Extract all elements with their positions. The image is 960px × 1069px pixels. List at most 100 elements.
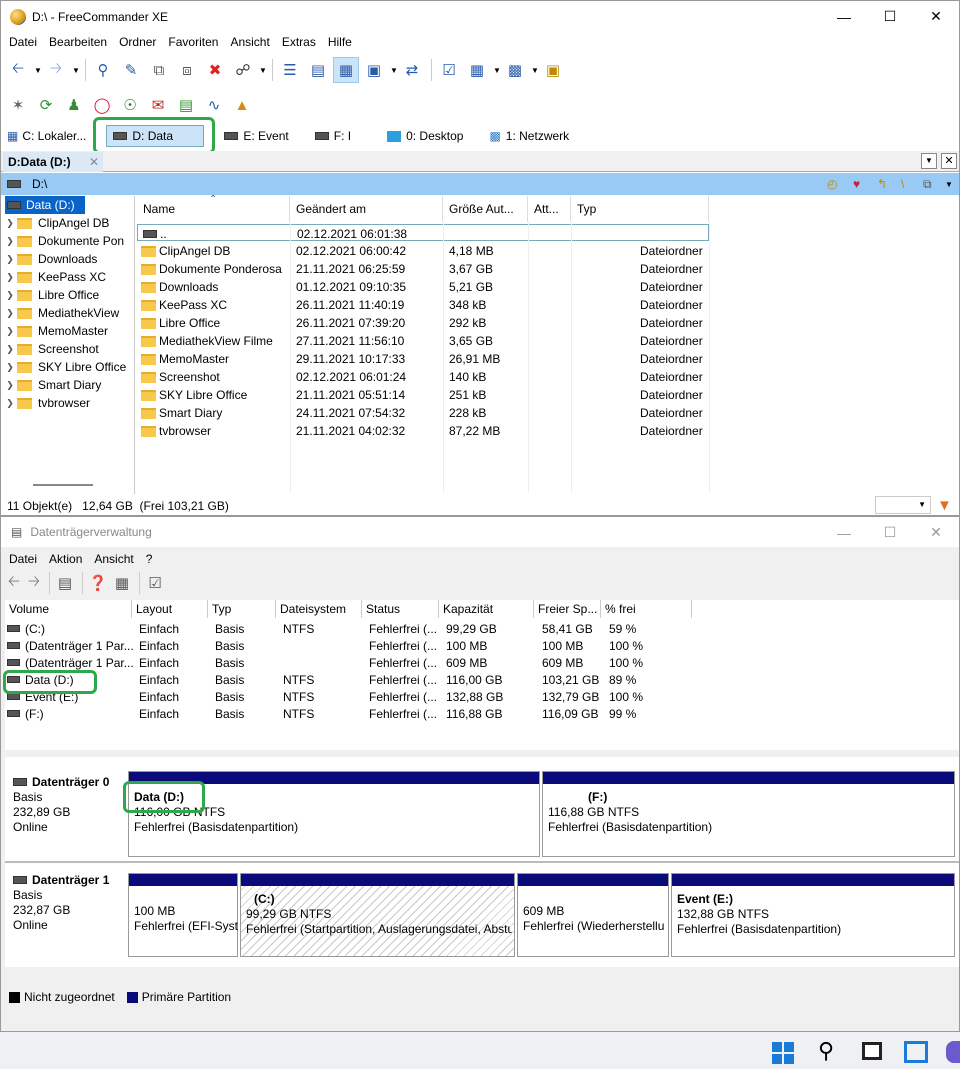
chevron-right-icon[interactable]: ❯ [3,308,17,319]
chevron-right-icon[interactable]: ❯ [3,380,17,391]
chevron-right-icon[interactable]: ❯ [3,326,17,337]
dm-minimize-button[interactable]: — [821,517,867,548]
menu-bearbeiten[interactable]: Bearbeiten [43,35,113,49]
tree-scrollbar[interactable] [33,484,93,486]
panel-close-icon[interactable]: ✕ [941,153,957,169]
file-row[interactable]: Libre Office 26.11.2021 07:39:20 292 kB Dat… [137,314,709,332]
tree-item[interactable]: ❯ Downloads [3,250,134,268]
minimize-button[interactable]: — [821,1,867,32]
partition-efi[interactable]: 100 MB Fehlerfrei (EFI-Syst [128,873,238,957]
drive-tab-e[interactable]: E: Event [218,125,294,147]
chevron-right-icon[interactable]: ❯ [3,290,17,301]
chart-pulse-icon[interactable]: ∿ [201,92,227,118]
chevron-right-icon[interactable]: ❯ [3,218,17,229]
drive-tab-desktop[interactable]: 0: Desktop [381,125,469,147]
volume-row[interactable]: Data (D:) Einfach Basis NTFS Fehlerfrei (...… [5,671,705,688]
tree-item[interactable]: ❯ Smart Diary [3,376,134,394]
disk1-label[interactable]: Datenträger 1 Basis 232,87 GB Online [9,867,129,939]
edit-pencil-icon[interactable]: ✎ [118,57,144,83]
drive-tab-network[interactable]: ▩ 1: Netzwerk [483,125,575,147]
vol-col-layout[interactable]: Layout [132,600,208,618]
tree-item[interactable]: ❯ MediathekView [3,304,134,322]
teams-chat-icon[interactable] [946,1041,960,1063]
tree-view-icon[interactable]: ☰ [277,57,303,83]
vol-col-volume[interactable]: Volume [5,600,132,618]
volume-row[interactable]: (C:) Einfach Basis NTFS Fehlerfrei (... 99,29… [5,620,705,637]
history-icon[interactable]: ◴ [827,177,837,191]
delete-icon[interactable]: ✖ [202,57,228,83]
volume-row[interactable]: (Datenträger 1 Par... Einfach Basis Fehlerf… [5,637,705,654]
opera-icon[interactable]: ◯ [89,92,115,118]
file-row[interactable]: tvbrowser 21.11.2021 04:02:32 87,22 MB Date… [137,422,709,440]
copy-files-icon[interactable]: ⧉ [146,57,172,83]
filter-icon[interactable]: ▼ [937,497,952,514]
tree-root[interactable]: Data (D:) [5,196,85,214]
checklist-icon[interactable]: ☑ [436,57,462,83]
chevron-right-icon[interactable]: ❯ [3,272,17,283]
windows-start-icon[interactable] [772,1042,794,1064]
column-header-date[interactable]: Geändert am [290,196,443,222]
back-arrow-icon[interactable]: 🡠 [5,570,23,596]
tree-item[interactable]: ❯ KeePass XC [3,268,134,286]
chevron-right-icon[interactable]: ❯ [3,398,17,409]
search-icon[interactable]: ⚲ [818,1038,834,1064]
vol-col-filesystem[interactable]: Dateisystem [276,600,362,618]
binoculars-icon[interactable]: ☍ [230,57,256,83]
partition-recovery[interactable]: 609 MB Fehlerfrei (Wiederherstellu [517,873,669,957]
vol-col-status[interactable]: Status [362,600,439,618]
volume-row[interactable]: (Datenträger 1 Par... Einfach Basis Fehlerf… [5,654,705,671]
menu-datei[interactable]: Datei [3,35,43,49]
partition-f[interactable]: (F:) 116,88 GB NTFS Fehlerfrei (Basisdaten… [542,771,955,857]
parent-folder-icon[interactable]: ↰ [877,177,887,191]
file-row[interactable]: ClipAngel DB 02.12.2021 06:00:42 4,18 MB Da… [137,242,709,260]
favorites-icon[interactable]: ♥ [853,177,860,191]
mail-icon[interactable]: ✉ [145,92,171,118]
file-row[interactable]: Dokumente Ponderosa 21.11.2021 06:25:59 3,… [137,260,709,278]
tree-item[interactable]: ❯ Libre Office [3,286,134,304]
column-header-name[interactable]: Name [137,196,290,222]
details-view-icon[interactable]: ▦ [333,57,359,83]
shield-green-icon[interactable]: ☉ [117,92,143,118]
back-arrow-icon[interactable]: 🡠 [5,57,31,83]
menu-ordner[interactable]: Ordner [113,35,162,49]
file-row[interactable]: KeePass XC 26.11.2021 11:40:19 348 kB Datei… [137,296,709,314]
back-dropdown-icon[interactable]: ▼ [33,66,43,75]
sheet-icon[interactable]: ▤ [173,92,199,118]
file-row[interactable]: MemoMaster 29.11.2021 10:17:33 26,91 MB Dat… [137,350,709,368]
dm-menu-help[interactable]: ? [140,552,159,566]
drive-tab-f[interactable]: F: I [309,125,357,147]
menu-ansicht[interactable]: Ansicht [224,35,275,49]
thumbnail-view-icon[interactable]: ▣ [361,57,387,83]
forward-arrow-icon[interactable]: 🡢 [25,570,43,596]
chevron-right-icon[interactable]: ❯ [3,236,17,247]
forward-arrow-icon[interactable]: 🡢 [43,57,69,83]
column-header-attr[interactable]: Att... [528,196,571,222]
current-path[interactable]: D:\ [32,177,47,191]
vol-col-free[interactable]: Freier Sp... [534,600,601,618]
dm-menu-aktion[interactable]: Aktion [43,552,88,566]
person-icon[interactable]: ♟ [61,92,87,118]
path-dropdown-icon[interactable]: ▼ [945,180,953,189]
menu-favoriten[interactable]: Favoriten [162,35,224,49]
file-row[interactable]: SKY Libre Office 21.11.2021 05:51:14 251 k… [137,386,709,404]
copy-path-icon[interactable]: ⧉ [923,177,932,192]
disk0-label[interactable]: Datenträger 0 Basis 232,89 GB Online [9,769,129,841]
volume-row[interactable]: Event (E:) Einfach Basis NTFS Fehlerfrei (..… [5,688,705,705]
volume-row[interactable]: (F:) Einfach Basis NTFS Fehlerfrei (... 116,8… [5,705,705,722]
tree-item[interactable]: ❯ SKY Libre Office [3,358,134,376]
chart-icon[interactable]: ▲ [229,92,255,118]
archive-icon[interactable]: ▣ [540,57,566,83]
menu-extras[interactable]: Extras [276,35,322,49]
chevron-right-icon[interactable]: ❯ [3,254,17,265]
list-view-icon[interactable]: ▤ [305,57,331,83]
column-header-type[interactable]: Typ [571,196,709,222]
widgets-icon[interactable] [904,1041,928,1063]
filter-dropdown[interactable]: ▼ [875,496,931,514]
binoculars-dropdown-icon[interactable]: ▼ [258,66,268,75]
drive-tab-c[interactable]: ▦ C: Lokaler... [1,125,92,147]
panel-tab[interactable]: D:Data (D:) ✕ [3,152,103,172]
file-row[interactable]: Screenshot 02.12.2021 06:01:24 140 kB Datei… [137,368,709,386]
tree-item[interactable]: ❯ ClipAngel DB [3,214,134,232]
close-button[interactable]: ✕ [913,1,959,32]
layout-dropdown-icon[interactable]: ▼ [492,66,502,75]
